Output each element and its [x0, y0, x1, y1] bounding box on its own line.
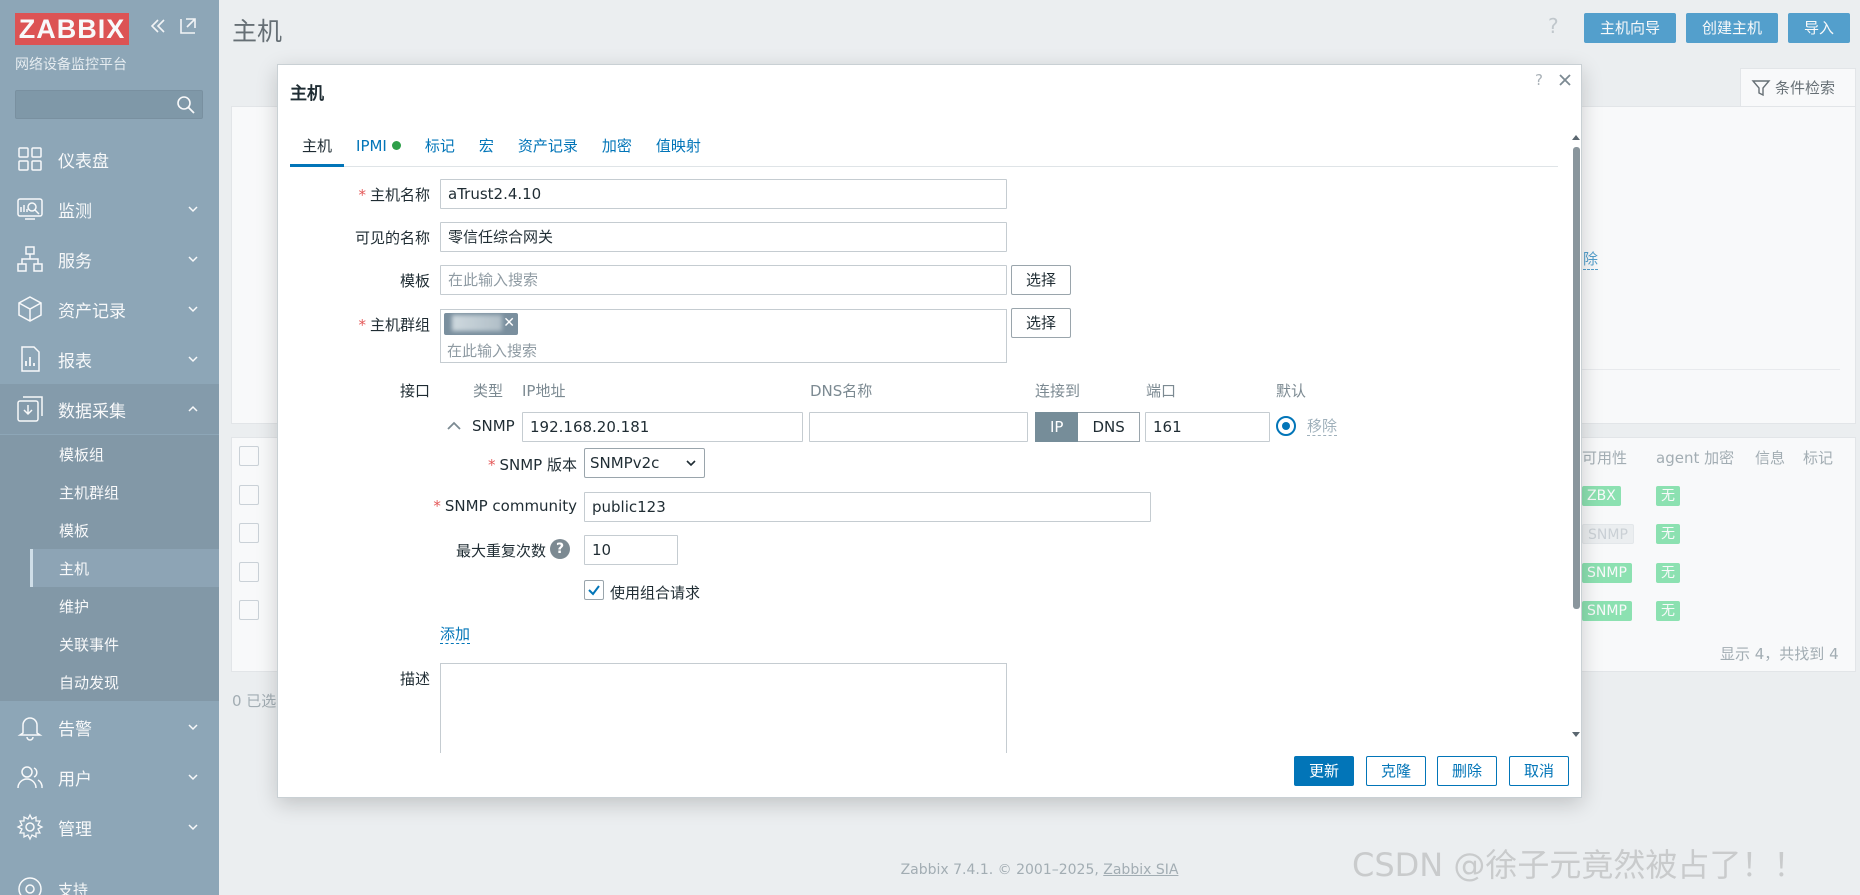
status-dot-icon: [391, 141, 401, 150]
cancel-button[interactable]: 取消: [1509, 756, 1570, 786]
host-groups-label: * 主机群组: [358, 316, 430, 334]
update-button[interactable]: 更新: [1294, 756, 1355, 786]
dialog-title: 主机: [290, 84, 324, 104]
iface-col-dns: DNS名称: [810, 382, 873, 400]
templates-label: 模板: [399, 272, 430, 290]
dialog-scrollbar[interactable]: [1573, 147, 1580, 609]
dialog-help-icon[interactable]: ?: [1535, 71, 1543, 89]
host-groups-search-input[interactable]: 在此输入搜索: [447, 340, 537, 361]
iface-port-input[interactable]: 161: [1145, 412, 1270, 442]
max-repetitions-label: 最大重复次数: [455, 542, 546, 560]
tab-inventory[interactable]: 资产记录: [506, 125, 590, 167]
snmp-version-select[interactable]: SNMPv2c: [584, 448, 705, 478]
tab-value-mapping[interactable]: 值映射: [644, 125, 713, 167]
redacted-group-name: [452, 315, 502, 331]
tab-tags[interactable]: 标记: [413, 125, 467, 167]
bulk-requests-label: 使用组合请求: [610, 584, 701, 602]
snmp-community-input[interactable]: public123: [584, 492, 1151, 522]
dialog-tabs: 主机 IPMI 标记 宏 资产记录 加密 值映射: [290, 125, 1558, 167]
host-name-input[interactable]: aTrust2.4.10: [440, 179, 1007, 209]
bulk-requests-checkbox[interactable]: [584, 580, 604, 600]
iface-col-type: 类型: [473, 382, 504, 400]
iface-type: SNMP: [472, 417, 515, 435]
remove-chip-icon[interactable]: ✕: [503, 315, 515, 331]
tab-host[interactable]: 主机: [290, 125, 345, 167]
interfaces-label: 接口: [399, 382, 430, 400]
connect-dns-button[interactable]: DNS: [1078, 412, 1140, 442]
host-edit-dialog: 主机 ? 主机 IPMI 标记 宏 资产记录 加密 值映射 * 主机名称 aTru…: [277, 64, 1582, 798]
snmp-version-label: * SNMP 版本: [488, 456, 577, 474]
iface-col-default: 默认: [1276, 382, 1307, 400]
templates-select-button[interactable]: 选择: [1011, 265, 1072, 295]
remove-interface-link[interactable]: 移除: [1307, 417, 1338, 436]
max-repetitions-input[interactable]: 10: [584, 535, 678, 565]
clone-button[interactable]: 克隆: [1366, 756, 1427, 786]
chevron-down-icon: [686, 460, 696, 467]
description-textarea[interactable]: [440, 663, 1007, 753]
collapse-interface-icon[interactable]: [446, 419, 462, 433]
host-groups-select-button[interactable]: 选择: [1011, 308, 1072, 338]
visible-name-input[interactable]: 零信任综合网关: [440, 222, 1007, 252]
tab-ipmi[interactable]: IPMI: [344, 125, 413, 167]
templates-search-input[interactable]: 在此输入搜索: [440, 265, 1007, 295]
scroll-up-icon[interactable]: [1571, 133, 1581, 141]
tab-ipmi-label: IPMI: [356, 137, 387, 155]
description-label: 描述: [399, 670, 430, 688]
visible-name-label: 可见的名称: [354, 229, 430, 247]
checkmark-icon: [588, 585, 600, 596]
iface-col-connect: 连接到: [1035, 382, 1081, 400]
tab-encryption[interactable]: 加密: [590, 125, 644, 167]
iface-col-ip: IP地址: [522, 382, 566, 400]
tab-macros[interactable]: 宏: [467, 125, 506, 167]
add-interface-link[interactable]: 添加: [440, 625, 471, 644]
help-question-icon[interactable]: ?: [550, 539, 570, 559]
host-group-chip[interactable]: ✕: [444, 313, 518, 335]
snmp-version-value: SNMPv2c: [590, 454, 660, 472]
connect-ip-button[interactable]: IP: [1035, 412, 1079, 442]
host-name-label: * 主机名称: [358, 186, 430, 204]
scroll-down-icon[interactable]: [1571, 731, 1581, 739]
close-icon[interactable]: [1555, 70, 1575, 90]
iface-col-port: 端口: [1146, 382, 1177, 400]
connect-to-toggle: IP DNS: [1035, 412, 1140, 442]
snmp-community-label: * SNMP community: [433, 497, 577, 515]
iface-ip-input[interactable]: 192.168.20.181: [522, 412, 803, 442]
iface-dns-input[interactable]: [809, 412, 1028, 442]
host-groups-multiselect[interactable]: ✕ 在此输入搜索: [440, 309, 1007, 363]
delete-button[interactable]: 删除: [1437, 756, 1498, 786]
default-interface-radio[interactable]: [1276, 416, 1296, 436]
